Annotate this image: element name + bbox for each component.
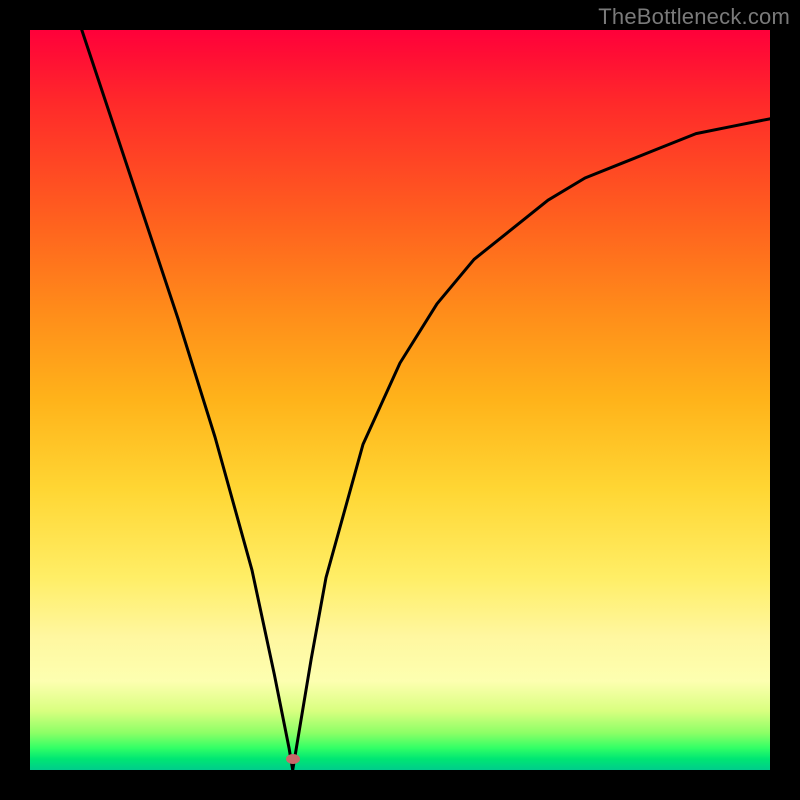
chart-frame: TheBottleneck.com: [0, 0, 800, 800]
bottleneck-curve: [30, 30, 770, 770]
minimum-marker: [286, 754, 300, 764]
watermark-text: TheBottleneck.com: [598, 4, 790, 30]
plot-area: [30, 30, 770, 770]
